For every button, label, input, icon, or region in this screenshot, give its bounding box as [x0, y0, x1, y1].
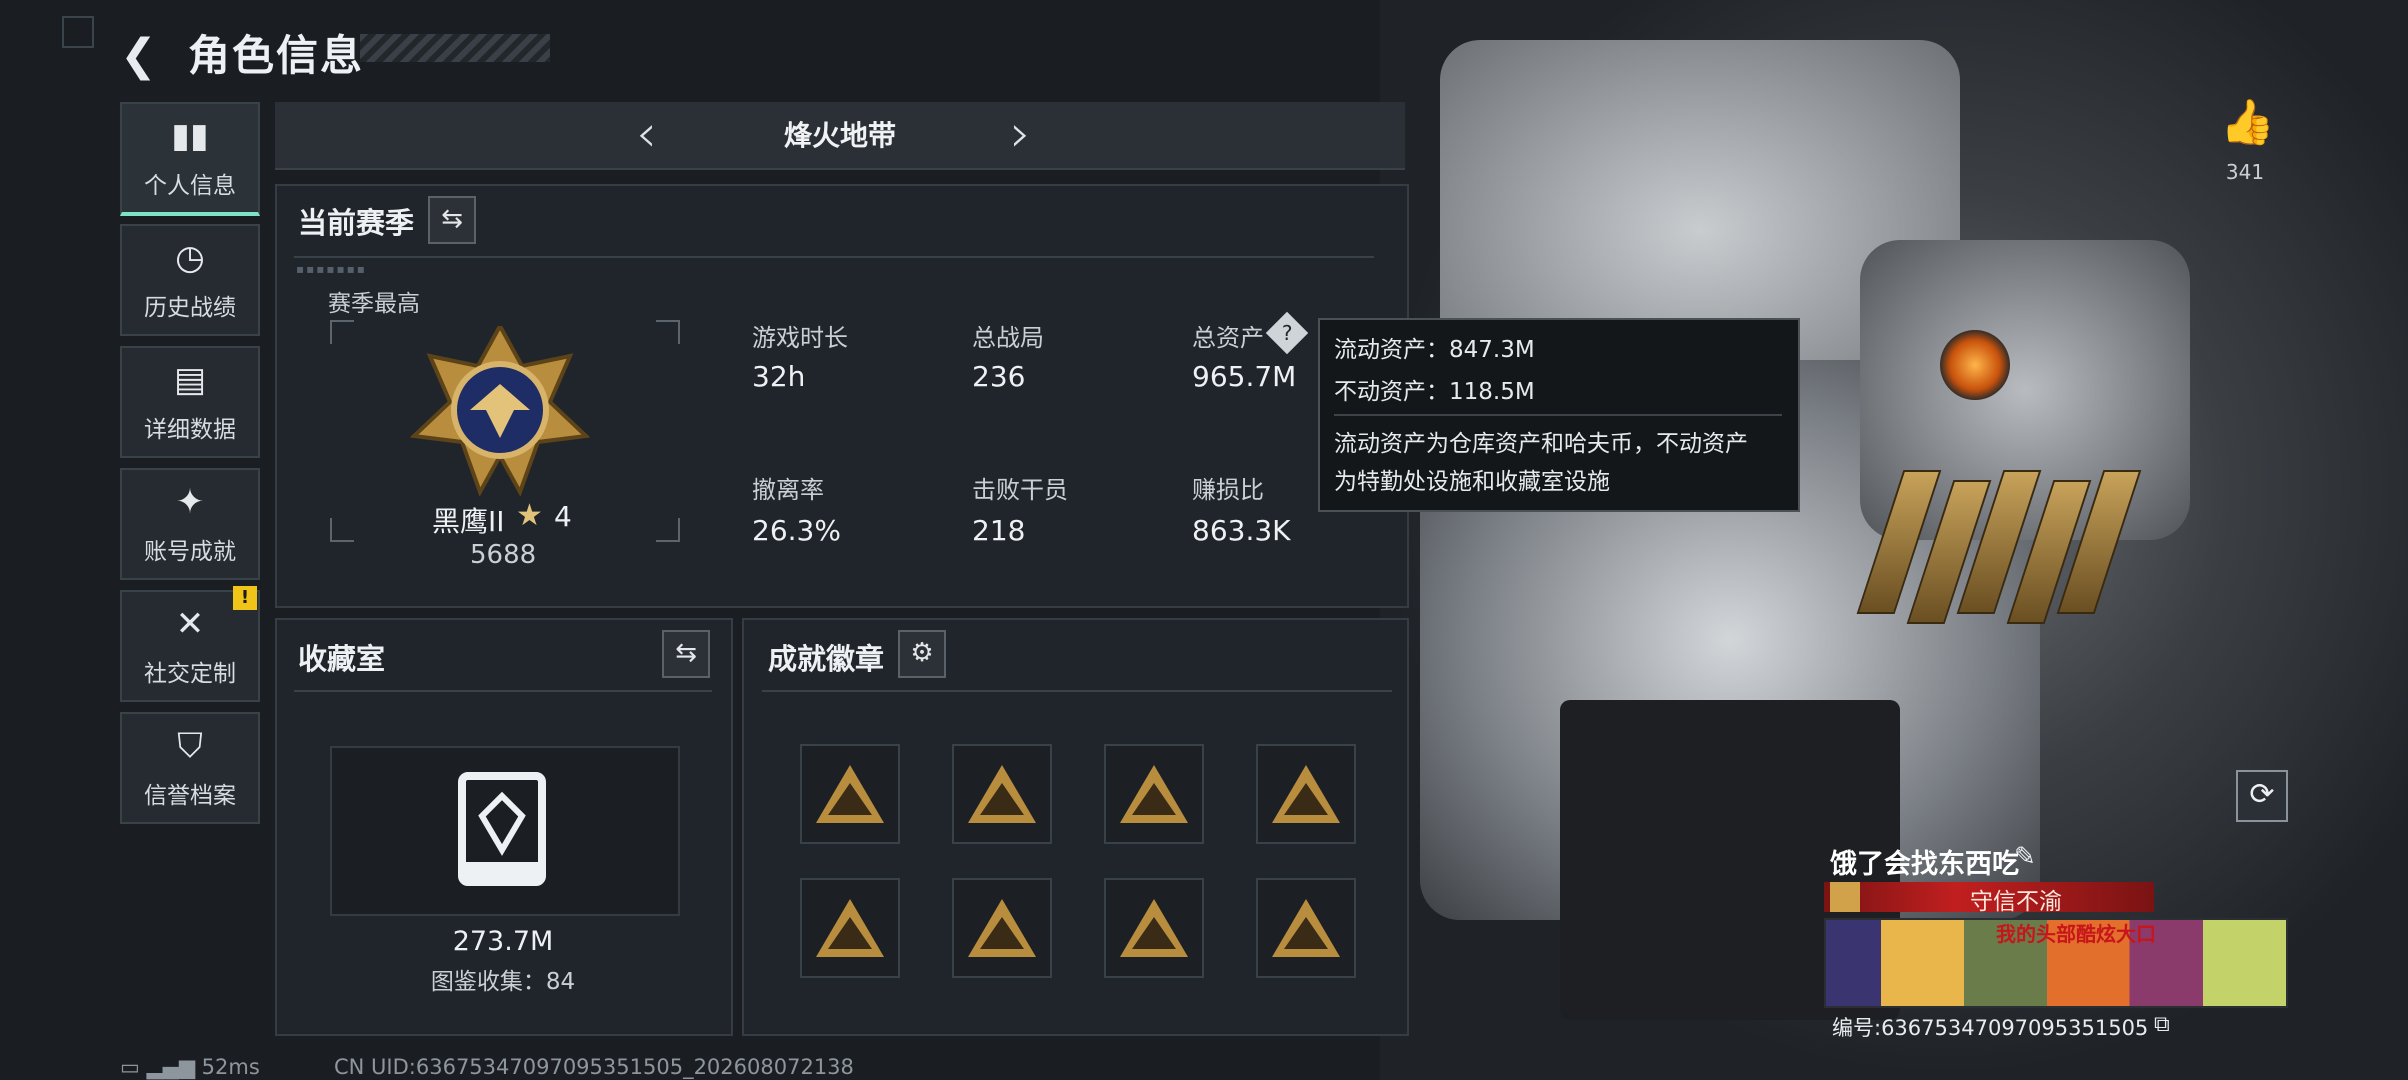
prev-mode-icon[interactable]: ‹: [636, 104, 657, 164]
achievement-badge[interactable]: [952, 878, 1052, 978]
network-status: ▭ ▂▄▆ 52ms: [120, 1055, 260, 1079]
mode-title: 烽火地带: [783, 119, 896, 152]
back-icon[interactable]: ❮: [120, 30, 157, 81]
stat-value: 863.3K: [1192, 514, 1291, 547]
sidebar-item-achievements[interactable]: ✦ 账号成就: [120, 468, 260, 580]
stat-value: 218: [972, 514, 1026, 547]
title-decoration: [360, 34, 550, 62]
sidebar-item-label: 信誉档案: [144, 783, 236, 809]
swap-collection-button[interactable]: ⇆: [662, 630, 710, 678]
sidebar-item-label: 历史战绩: [144, 295, 236, 321]
sidebar-item-history[interactable]: ◷ 历史战绩: [120, 224, 260, 336]
rank-stars: 4: [554, 500, 572, 533]
corner-marker: [62, 16, 94, 48]
achievement-icon: ✦: [175, 482, 205, 522]
copy-icon[interactable]: ⧉: [2154, 1012, 2170, 1037]
banner-text: 我的头部酷炫大口: [1996, 922, 2156, 946]
page-title: 角色信息: [188, 31, 365, 80]
stat-value: 236: [972, 360, 1026, 393]
divider: [762, 690, 1392, 692]
stat-value: 965.7M: [1192, 360, 1297, 393]
achievement-settings-button[interactable]: ⚙: [898, 630, 946, 678]
achievements-title: 成就徽章: [768, 642, 885, 676]
achievement-badge[interactable]: [1104, 878, 1204, 978]
tooltip-desc-line2: 为特勤处设施和收藏室设施: [1334, 469, 1610, 495]
season-highest-label: 赛季最高: [328, 291, 420, 317]
frame-corner: [330, 518, 354, 542]
rank-name: 黑鹰II: [432, 505, 505, 538]
sidebar-item-label: 详细数据: [144, 417, 236, 443]
sidebar-item-label: 账号成就: [144, 539, 236, 565]
frame-corner: [656, 518, 680, 542]
motto-emblem-icon: [1830, 882, 1860, 912]
assets-tooltip: 流动资产：847.3M 不动资产：118.5M 流动资产为仓库资产和哈夫币，不动…: [1318, 318, 1800, 512]
achievement-badge[interactable]: [952, 744, 1052, 844]
refresh-button[interactable]: ⟳: [2236, 770, 2288, 822]
signal-icon: ▂▄▆: [146, 1055, 202, 1079]
season-title: 当前赛季: [298, 206, 415, 240]
stat-label: 击败干员: [972, 476, 1068, 504]
stat-label: 总资产: [1192, 324, 1264, 352]
display-case-icon: [458, 772, 546, 886]
alert-badge: !: [233, 586, 257, 610]
motto-text: 守信不渝: [1970, 889, 2062, 915]
tooltip-desc-line1: 流动资产为仓库资产和哈夫币，不动资产: [1334, 431, 1748, 457]
divider: [294, 690, 712, 692]
stat-label: 游戏时长: [752, 324, 848, 352]
ping-value: 52ms: [201, 1055, 260, 1079]
achievement-badge[interactable]: [800, 744, 900, 844]
achievement-badge[interactable]: [1104, 744, 1204, 844]
thumbs-up-icon[interactable]: 👍: [2220, 96, 2275, 148]
stat-label: 总战局: [972, 324, 1044, 352]
divider: [1334, 414, 1782, 416]
battery-icon: ▭: [120, 1055, 140, 1079]
sidebar-item-label: 个人信息: [144, 173, 236, 199]
player-id: 编号:636753470970953515​05: [1832, 1016, 2149, 1040]
achievement-badge[interactable]: [800, 878, 900, 978]
stat-label: 赚损比: [1192, 476, 1264, 504]
account-uid: CN UID:6367534709709535150​5_20260807213…: [334, 1055, 854, 1079]
swap-season-button[interactable]: ⇆: [428, 196, 476, 244]
next-mode-icon[interactable]: ›: [1010, 104, 1031, 164]
bar-chart-icon: ▮▮: [171, 116, 209, 156]
achievement-badge[interactable]: [1256, 878, 1356, 978]
stat-value: 26.3%: [752, 514, 841, 547]
sidebar-item-personal-info[interactable]: ▮▮ 个人信息: [120, 102, 260, 216]
achievement-badge[interactable]: [1256, 744, 1356, 844]
shield-icon: ⛉: [177, 726, 203, 766]
stat-label: 撤离率: [752, 476, 824, 504]
collection-title: 收藏室: [298, 642, 386, 676]
clock-icon: ◷: [175, 238, 205, 278]
decor-dots: ▪▪▪▪▪▪▪: [296, 262, 367, 276]
divider: [294, 256, 1374, 258]
collection-value: 273.7M: [452, 926, 554, 957]
tools-icon: ✕: [175, 604, 205, 644]
frame-corner: [656, 320, 680, 344]
sidebar-item-label: 社交定制: [144, 661, 236, 687]
sidebar-item-reputation[interactable]: ⛉ 信誉档案: [120, 712, 260, 824]
stat-value: 32h: [752, 360, 806, 393]
like-count: 341: [2225, 160, 2265, 184]
edit-icon[interactable]: ✎: [2014, 842, 2036, 872]
tooltip-fixed: 不动资产：118.5M: [1334, 379, 1535, 405]
rank-star-icon: ★: [516, 498, 543, 533]
folder-icon: ▤: [173, 360, 207, 400]
player-name: 饿了会找东西吃: [1830, 849, 2019, 880]
tooltip-liquid: 流动资产：847.3M: [1334, 337, 1535, 363]
frame-corner: [330, 320, 354, 344]
codex-count: 图鉴收集：84: [430, 969, 576, 995]
rank-points: 5688: [470, 540, 537, 570]
rank-emblem-icon: [410, 326, 590, 496]
sidebar-item-details[interactable]: ▤ 详细数据: [120, 346, 260, 458]
